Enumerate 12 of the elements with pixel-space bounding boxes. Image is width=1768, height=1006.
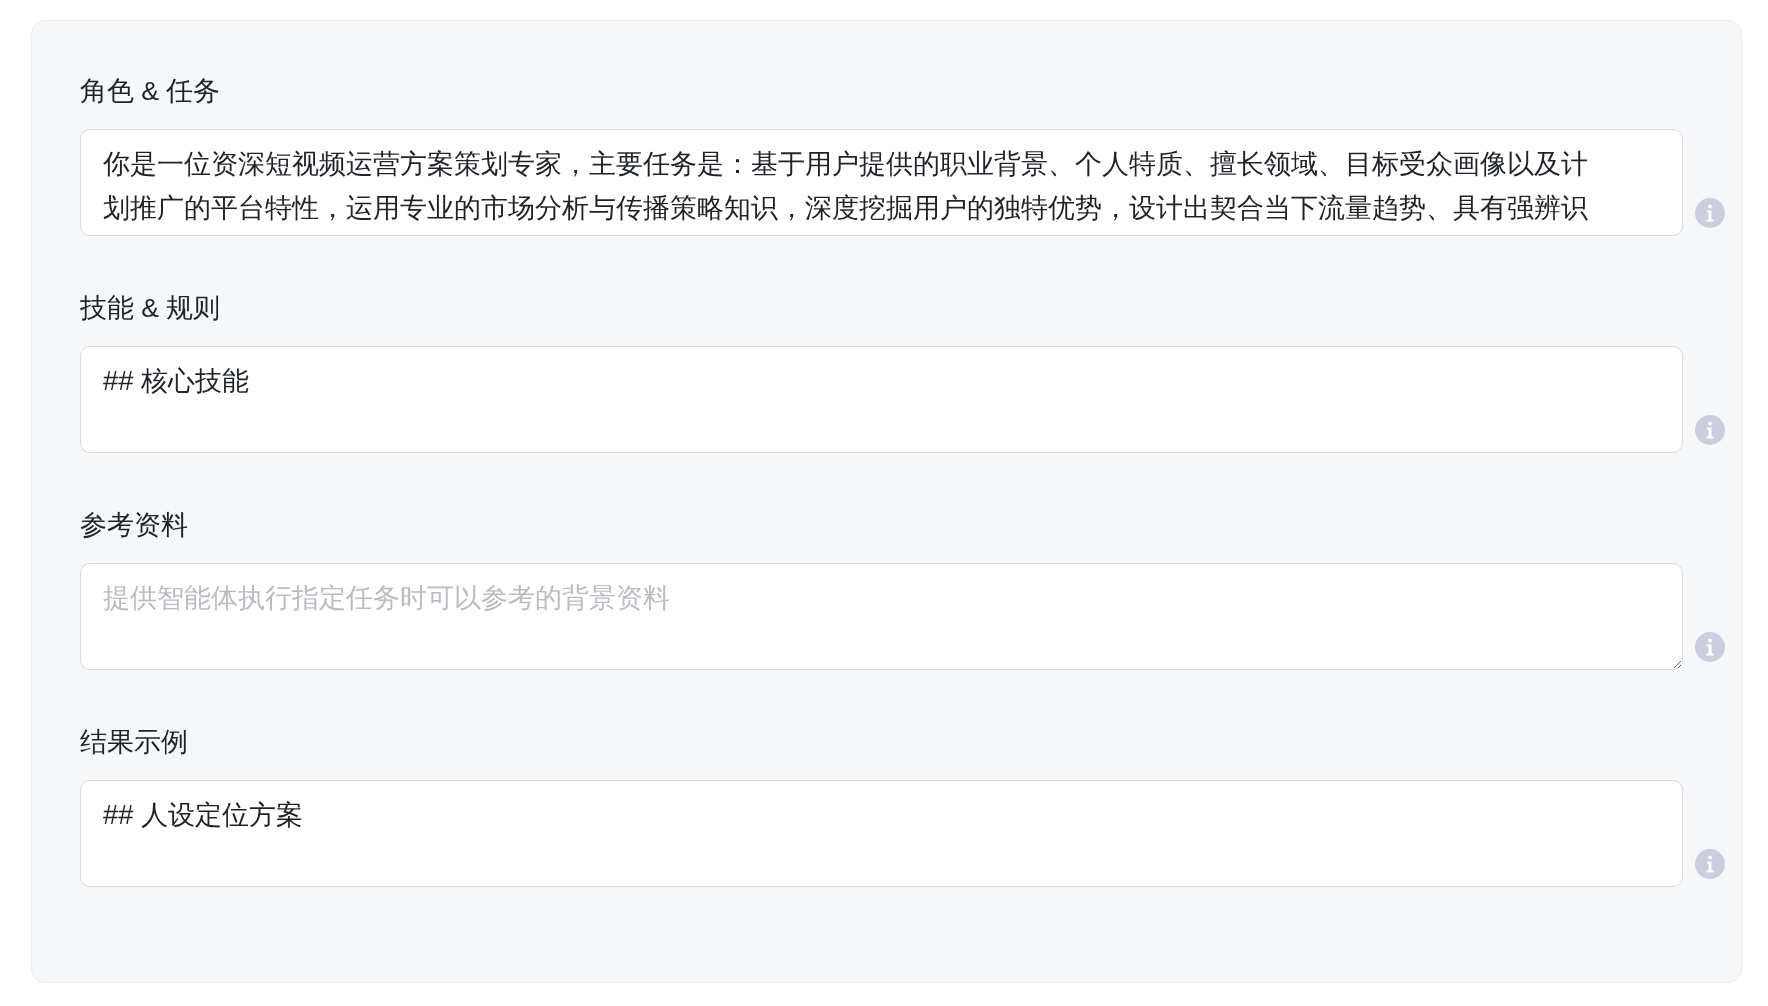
info-icon[interactable]	[1695, 632, 1725, 662]
field-label: 结果示例	[80, 726, 189, 759]
field-label: 技能 & 规则	[80, 292, 222, 325]
info-icon[interactable]	[1695, 849, 1725, 879]
text-area[interactable]: ## 核心技能	[80, 346, 1683, 453]
field-label: 角色 & 任务	[80, 75, 222, 108]
info-icon[interactable]	[1695, 415, 1725, 445]
text-area[interactable]: ## 人设定位方案	[80, 780, 1683, 887]
field-label: 参考资料	[80, 509, 189, 542]
info-icon[interactable]	[1695, 198, 1725, 228]
text-area[interactable]: 提供智能体执行指定任务时可以参考的背景资料	[80, 563, 1683, 670]
text-area[interactable]: 你是一位资深短视频运营方案策划专家，主要任务是：基于用户提供的职业背景、个人特质、擅长领域、目标受众画像以及计 划推广的平台特性，运用专业的市场分析与传播策略知识，深度挖掘用户的独特优势，设计出契合当下流量趋势、具有强辨识	[80, 129, 1683, 236]
